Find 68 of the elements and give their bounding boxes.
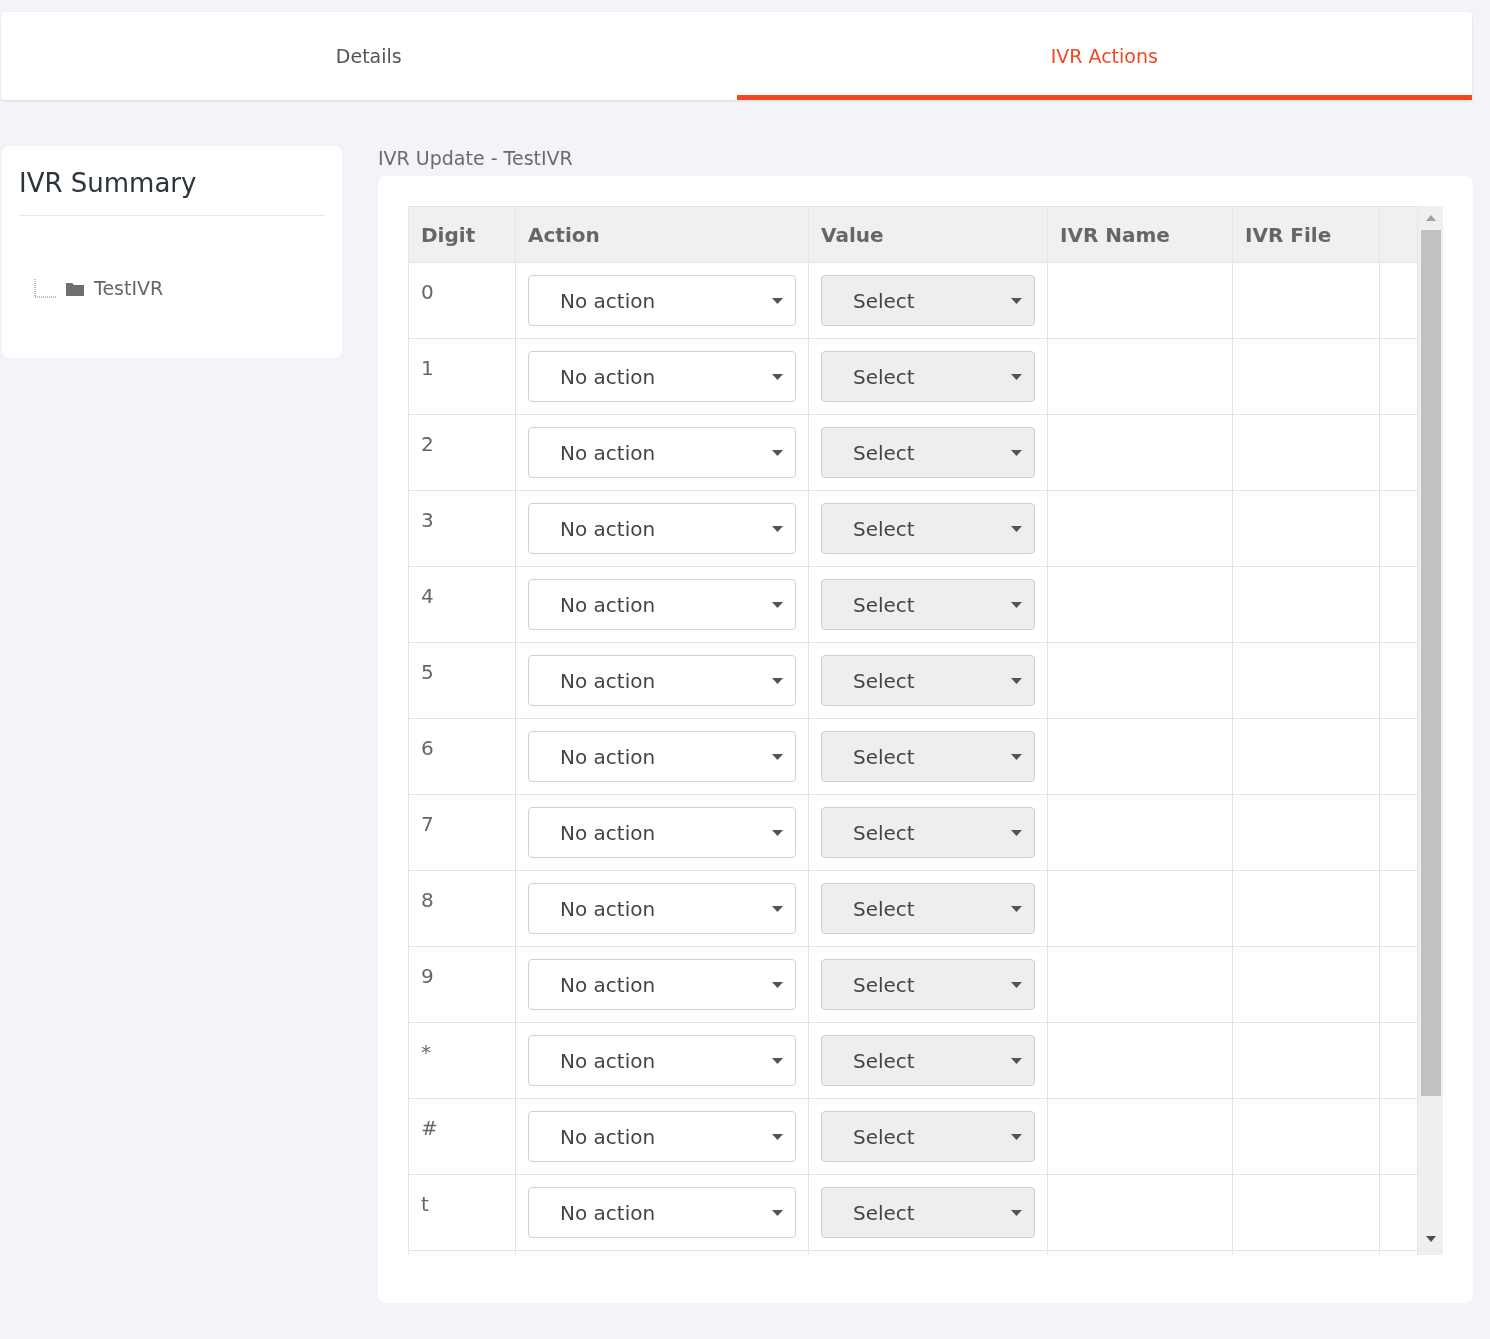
digit-text: * [421, 1040, 431, 1064]
digit-text: # [421, 1116, 438, 1140]
digit-text: 7 [421, 812, 434, 836]
scrollbar[interactable] [1418, 206, 1443, 1255]
caret-icon [772, 373, 783, 380]
digit-text: 0 [421, 280, 434, 304]
caret-icon [1011, 449, 1022, 456]
caret-icon [772, 981, 783, 988]
caret-icon [1011, 1133, 1022, 1140]
tab[interactable]: IVR Actions [736, 12, 1472, 100]
folder-icon [66, 282, 84, 296]
digit-text: 6 [421, 736, 434, 760]
digit-text: 9 [421, 964, 434, 988]
caret-icon [1011, 373, 1022, 380]
caret-icon [772, 601, 783, 608]
caret-icon [772, 1133, 783, 1140]
action-dropdown[interactable]: No action [528, 731, 796, 782]
caret-icon [772, 449, 783, 456]
digit-text: 2 [421, 432, 434, 456]
caret-icon [772, 753, 783, 760]
action-dropdown[interactable]: No action [528, 503, 796, 554]
scroll-down-icon[interactable] [1425, 1236, 1436, 1242]
caret-icon [1011, 1209, 1022, 1216]
caret-icon [1011, 981, 1022, 988]
caret-icon [1011, 905, 1022, 912]
caret-icon [1011, 1057, 1022, 1064]
caret-icon [1011, 297, 1022, 304]
action-dropdown[interactable]: No action [528, 807, 796, 858]
digit-text: 4 [421, 584, 434, 608]
caret-icon [772, 905, 783, 912]
caret-icon [772, 1209, 783, 1216]
tree-item[interactable]: TestIVR [94, 278, 164, 298]
action-dropdown[interactable]: No action [528, 1111, 796, 1162]
action-dropdown[interactable]: No action [528, 655, 796, 706]
caret-icon [1011, 829, 1022, 836]
scroll-up-icon[interactable] [1425, 215, 1436, 221]
tab[interactable]: Details [1, 12, 737, 100]
tree-connector-icon [34, 279, 56, 298]
action-dropdown[interactable]: No action [528, 1187, 796, 1238]
caret-icon [772, 297, 783, 304]
action-dropdown[interactable]: No action [528, 427, 796, 478]
digit-text: 1 [421, 356, 434, 380]
caret-icon [1011, 601, 1022, 608]
caret-icon [772, 829, 783, 836]
scroll-thumb[interactable] [1420, 230, 1441, 1096]
column-header: Action [515, 206, 809, 263]
caret-icon [772, 525, 783, 532]
action-dropdown[interactable]: No action [528, 959, 796, 1010]
digit-text: t [421, 1192, 429, 1216]
action-dropdown[interactable]: No action [528, 883, 796, 934]
column-header: IVR Name [1047, 206, 1233, 263]
digit-text: 5 [421, 660, 434, 684]
column-header: IVR File [1232, 206, 1380, 263]
caret-icon [772, 1057, 783, 1064]
caret-icon [772, 677, 783, 684]
caret-icon [1011, 677, 1022, 684]
action-dropdown[interactable]: No action [528, 579, 796, 630]
action-dropdown[interactable]: No action [528, 1035, 796, 1086]
column-header: Value [808, 206, 1048, 263]
card-title: IVR Summary [19, 164, 325, 216]
caret-icon [1011, 525, 1022, 532]
action-dropdown[interactable]: No action [528, 351, 796, 402]
caret-icon [1011, 753, 1022, 760]
digit-text: 3 [421, 508, 434, 532]
digit-text: 8 [421, 888, 434, 912]
column-header: Digit [408, 206, 516, 263]
panel-title: IVR Update - TestIVR [378, 146, 574, 171]
action-dropdown[interactable]: No action [528, 275, 796, 326]
